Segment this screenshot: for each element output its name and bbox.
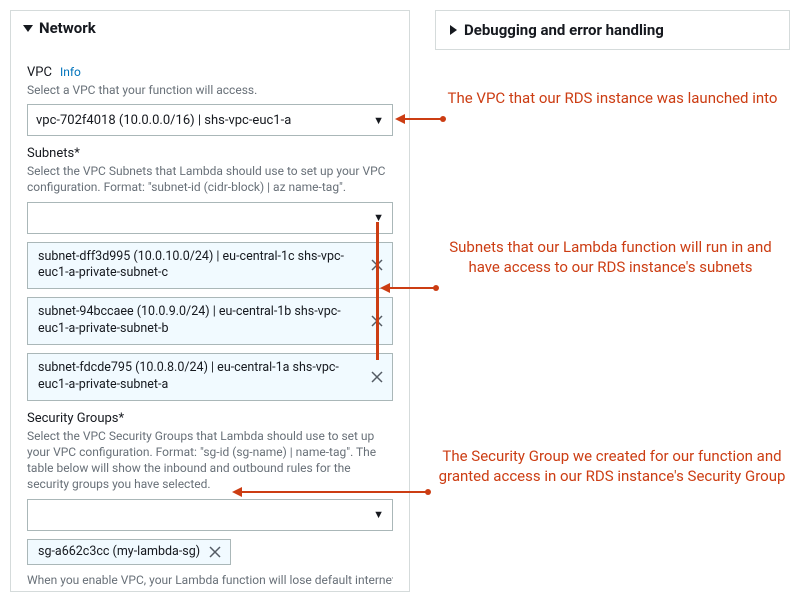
subnet-tag-label: subnet-94bccaee (10.0.9.0/24) | eu-centr… bbox=[38, 304, 341, 336]
vpc-select-value: vpc-702f4018 (10.0.0.0/16) | shs-vpc-euc… bbox=[36, 113, 291, 128]
chevron-down-icon: ▼ bbox=[373, 508, 384, 521]
vpc-label: VPC bbox=[27, 65, 52, 80]
subnet-tag: subnet-94bccaee (10.0.9.0/24) | eu-centr… bbox=[27, 297, 393, 345]
security-groups-select[interactable]: ▼ bbox=[27, 499, 393, 531]
bracket-icon bbox=[376, 222, 379, 360]
subnets-tag-list: subnet-dff3d995 (10.0.10.0/24) | eu-cent… bbox=[27, 242, 393, 401]
subnet-tag: subnet-dff3d995 (10.0.10.0/24) | eu-cent… bbox=[27, 242, 393, 290]
debugging-panel-header[interactable]: Debugging and error handling bbox=[436, 21, 789, 39]
security-groups-help: Select the VPC Security Groups that Lamb… bbox=[27, 428, 393, 493]
close-icon[interactable] bbox=[368, 368, 386, 386]
vpc-info-link[interactable]: Info bbox=[60, 65, 81, 79]
security-groups-field: Security Groups* Select the VPC Security… bbox=[27, 411, 393, 566]
network-panel-title: Network bbox=[39, 19, 96, 37]
vpc-select[interactable]: vpc-702f4018 (10.0.0.0/16) | shs-vpc-euc… bbox=[27, 104, 393, 136]
close-icon[interactable] bbox=[206, 543, 224, 561]
vpc-field: VPC Info Select a VPC that your function… bbox=[27, 65, 393, 136]
subnet-tag-label: subnet-fdcde795 (10.0.8.0/24) | eu-centr… bbox=[38, 360, 339, 392]
chevron-down-icon: ▼ bbox=[373, 114, 384, 127]
vpc-note-truncated: When you enable VPC, your Lambda functio… bbox=[27, 573, 393, 587]
subnets-label: Subnets* bbox=[27, 146, 393, 161]
subnets-field: Subnets* Select the VPC Subnets that Lam… bbox=[27, 146, 393, 401]
security-groups-tag-list: sg-a662c3cc (my-lambda-sg) bbox=[27, 539, 393, 566]
security-groups-label: Security Groups* bbox=[27, 411, 393, 426]
network-panel-header[interactable]: Network bbox=[11, 11, 409, 45]
caret-right-icon bbox=[448, 25, 458, 35]
vpc-help: Select a VPC that your function will acc… bbox=[27, 82, 393, 98]
subnet-tag: subnet-fdcde795 (10.0.8.0/24) | eu-centr… bbox=[27, 353, 393, 401]
caret-down-icon bbox=[23, 23, 33, 33]
subnets-select[interactable]: ▼ bbox=[27, 202, 393, 234]
network-panel: Network VPC Info Select a VPC that your … bbox=[10, 10, 410, 592]
security-group-tag: sg-a662c3cc (my-lambda-sg) bbox=[27, 539, 231, 566]
debugging-panel: Debugging and error handling bbox=[435, 10, 790, 50]
subnets-help: Select the VPC Subnets that Lambda shoul… bbox=[27, 163, 393, 195]
debugging-panel-title: Debugging and error handling bbox=[464, 21, 664, 39]
subnet-tag-label: subnet-dff3d995 (10.0.10.0/24) | eu-cent… bbox=[38, 249, 344, 281]
security-group-tag-label: sg-a662c3cc (my-lambda-sg) bbox=[38, 544, 200, 559]
